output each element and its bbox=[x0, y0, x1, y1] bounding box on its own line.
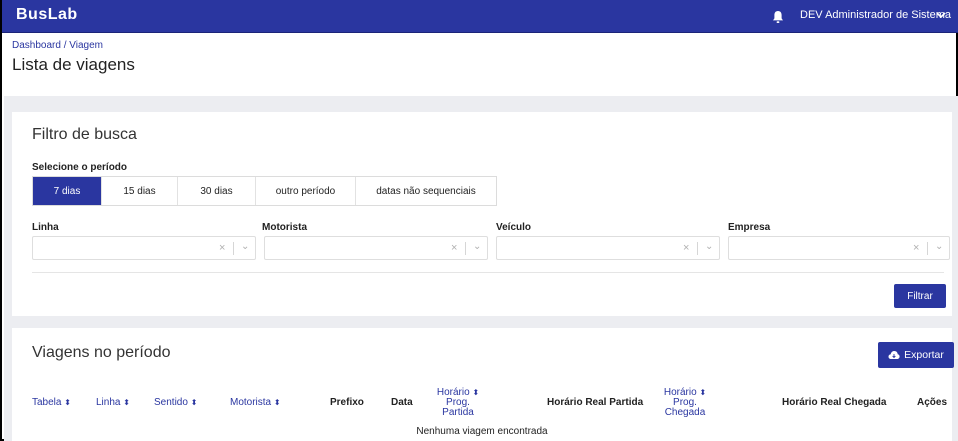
col-linha[interactable]: Linha ⬍ bbox=[96, 397, 130, 408]
col-motorista[interactable]: Motorista ⬍ bbox=[230, 397, 281, 408]
linha-select[interactable]: × ⌄ bbox=[32, 236, 256, 260]
period-7-days-button[interactable]: 7 dias bbox=[33, 177, 102, 205]
empresa-label: Empresa bbox=[728, 222, 771, 233]
sort-icon[interactable]: ⬍ bbox=[123, 398, 130, 407]
clear-icon[interactable]: × bbox=[913, 242, 919, 254]
select-divider bbox=[927, 242, 928, 255]
user-menu[interactable]: DEV Administrador de Sistema bbox=[800, 9, 951, 21]
chevron-down-icon[interactable]: ⌄ bbox=[473, 241, 481, 252]
filter-card: Filtro de busca Selecione o período 7 di… bbox=[12, 112, 952, 316]
period-label: Selecione o período bbox=[32, 162, 128, 173]
col-tabela[interactable]: Tabela ⬍ bbox=[32, 397, 71, 408]
veiculo-label: Veículo bbox=[496, 222, 532, 233]
col-horario-real-chegada: Horário Real Chegada bbox=[782, 397, 887, 408]
select-divider bbox=[697, 242, 698, 255]
filter-title: Filtro de busca bbox=[32, 126, 137, 143]
period-other-button[interactable]: outro período bbox=[256, 177, 356, 205]
export-button[interactable]: Exportar bbox=[878, 342, 954, 368]
clear-icon[interactable]: × bbox=[683, 242, 689, 254]
motorista-select[interactable]: × ⌄ bbox=[264, 236, 488, 260]
chevron-down-icon[interactable] bbox=[936, 9, 946, 24]
col-acoes: Ações bbox=[917, 397, 948, 408]
period-30-days-button[interactable]: 30 dias bbox=[178, 177, 256, 205]
empty-message: Nenhuma viagem encontrada bbox=[416, 426, 548, 437]
period-non-sequential-button[interactable]: datas não sequenciais bbox=[356, 177, 496, 205]
veiculo-select[interactable]: × ⌄ bbox=[496, 236, 720, 260]
col-data: Data bbox=[391, 397, 413, 408]
col-prefixo: Prefixo bbox=[330, 397, 364, 408]
clear-icon[interactable]: × bbox=[219, 242, 225, 254]
col-horario-real-partida: Horário Real Partida bbox=[547, 397, 644, 408]
col-horario-prog-chegada[interactable]: Horário ⬍ Prog. Chegada bbox=[656, 388, 714, 418]
breadcrumb[interactable]: Dashboard / Viagem bbox=[12, 40, 103, 51]
sort-icon[interactable]: ⬍ bbox=[472, 388, 479, 397]
filter-divider bbox=[32, 272, 944, 273]
col-horario-prog-partida[interactable]: Horário ⬍ Prog. Partida bbox=[430, 388, 486, 418]
chevron-down-icon[interactable]: ⌄ bbox=[241, 241, 249, 252]
period-15-days-button[interactable]: 15 dias bbox=[102, 177, 178, 205]
filter-button[interactable]: Filtrar bbox=[894, 284, 946, 308]
sort-icon[interactable]: ⬍ bbox=[191, 398, 198, 407]
trips-title: Viagens no período bbox=[32, 344, 171, 361]
chevron-down-icon[interactable]: ⌄ bbox=[935, 241, 943, 252]
sort-icon[interactable]: ⬍ bbox=[64, 398, 71, 407]
clear-icon[interactable]: × bbox=[451, 242, 457, 254]
app-window: BusLab DEV Administrador de Sistema Dash… bbox=[0, 0, 958, 441]
brand-logo[interactable]: BusLab bbox=[16, 6, 78, 24]
trips-card: Viagens no período Exportar Tabela ⬍ Lin… bbox=[12, 328, 954, 441]
sort-icon[interactable]: ⬍ bbox=[274, 398, 281, 407]
select-divider bbox=[465, 242, 466, 255]
motorista-label: Motorista bbox=[262, 222, 307, 233]
sort-icon[interactable]: ⬍ bbox=[699, 388, 706, 397]
bell-icon[interactable] bbox=[772, 10, 784, 24]
linha-label: Linha bbox=[32, 222, 59, 233]
col-sentido[interactable]: Sentido ⬍ bbox=[154, 397, 197, 408]
period-selector: 7 dias 15 dias 30 dias outro período dat… bbox=[32, 176, 497, 206]
page-title: Lista de viagens bbox=[12, 55, 135, 74]
export-label: Exportar bbox=[904, 349, 944, 361]
top-navbar: BusLab DEV Administrador de Sistema bbox=[2, 0, 958, 33]
empresa-select[interactable]: × ⌄ bbox=[728, 236, 950, 260]
select-divider bbox=[233, 242, 234, 255]
cloud-download-icon bbox=[888, 351, 900, 359]
chevron-down-icon[interactable]: ⌄ bbox=[705, 241, 713, 252]
